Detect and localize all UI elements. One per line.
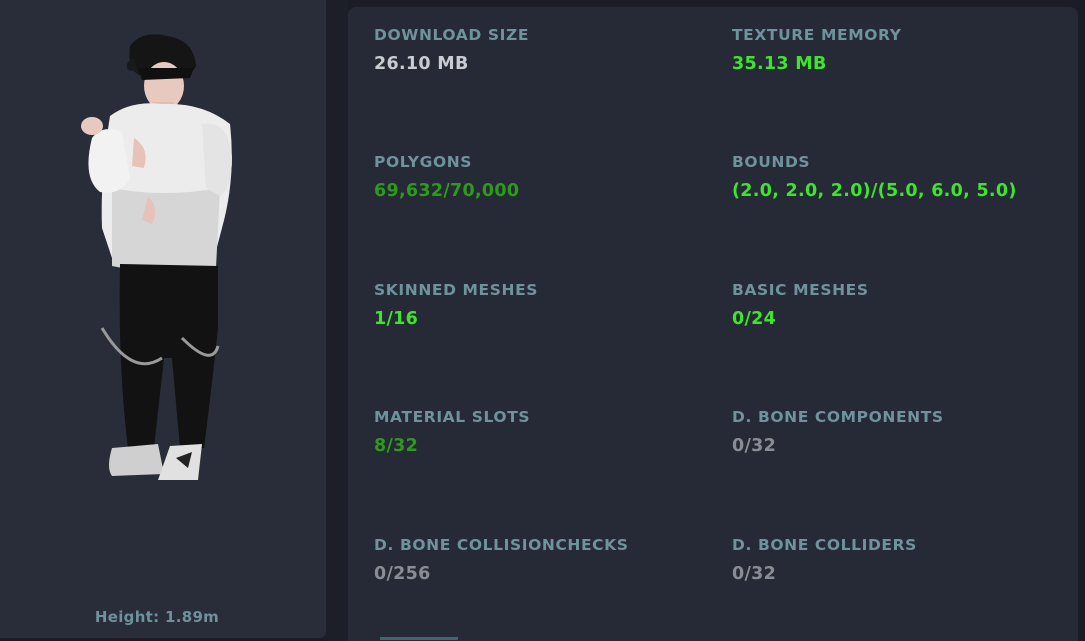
stat-value: 0/32 <box>732 564 777 584</box>
stat-material-slots: MATERIAL SLOTS 8/32 <box>374 408 714 456</box>
avatar-preview-panel: Height: 1.89m <box>0 0 326 638</box>
stat-polygons: POLYGONS 69,632/70,000 <box>374 153 714 201</box>
stat-label: MATERIAL SLOTS <box>374 408 531 426</box>
stat-label: D. BONE COLLIDERS <box>732 536 917 554</box>
stat-label: SKINNED MESHES <box>374 281 539 299</box>
stat-label: DOWNLOAD SIZE <box>374 26 530 44</box>
stat-label: D. BONE COLLISIONCHECKS <box>374 536 629 554</box>
avatar-model-image <box>81 34 232 480</box>
stat-value: 26.10 MB <box>374 54 469 74</box>
tab-indicator <box>380 637 458 640</box>
stat-value: 1/16 <box>374 309 419 329</box>
avatar-height-label: Height: 1.89m <box>94 608 220 626</box>
stat-label: POLYGONS <box>374 153 473 171</box>
stat-value: 35.13 MB <box>732 54 827 74</box>
avatar-stats-screen: Height: 1.89m DOWNLOAD SIZE 26.10 MB TEX… <box>0 0 1085 641</box>
stat-dbone-components: D. BONE COMPONENTS 0/32 <box>732 408 1072 456</box>
stat-bounds: BOUNDS (2.0, 2.0, 2.0)/(5.0, 6.0, 5.0) <box>732 153 1072 201</box>
stat-label: BASIC MESHES <box>732 281 869 299</box>
stat-value: 0/24 <box>732 309 777 329</box>
stat-value: 69,632/70,000 <box>374 181 520 201</box>
stat-value: 0/32 <box>732 436 777 456</box>
performance-stats-panel: DOWNLOAD SIZE 26.10 MB TEXTURE MEMORY 35… <box>348 7 1078 641</box>
stat-dbone-collisionchecks: D. BONE COLLISIONCHECKS 0/256 <box>374 536 714 584</box>
stat-skinned-meshes: SKINNED MESHES 1/16 <box>374 281 714 329</box>
panel-divider <box>326 0 348 641</box>
stat-dbone-colliders: D. BONE COLLIDERS 0/32 <box>732 536 1072 584</box>
stat-label: BOUNDS <box>732 153 811 171</box>
stat-value: 0/256 <box>374 564 431 584</box>
stat-texture-memory: TEXTURE MEMORY 35.13 MB <box>732 26 1072 74</box>
stat-download-size: DOWNLOAD SIZE 26.10 MB <box>374 26 714 74</box>
stat-label: TEXTURE MEMORY <box>732 26 902 44</box>
stat-label: D. BONE COMPONENTS <box>732 408 944 426</box>
stat-value: 8/32 <box>374 436 419 456</box>
stat-basic-meshes: BASIC MESHES 0/24 <box>732 281 1072 329</box>
stat-value: (2.0, 2.0, 2.0)/(5.0, 6.0, 5.0) <box>732 181 1017 201</box>
